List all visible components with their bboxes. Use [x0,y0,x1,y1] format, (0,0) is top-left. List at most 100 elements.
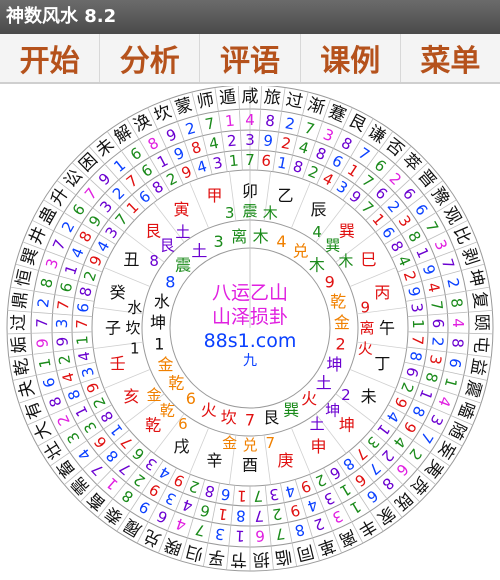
palace-label: 8 [149,252,159,270]
number-label: 9 [298,476,313,496]
palace-label: 坤 [325,402,340,420]
ring-divider [443,370,463,376]
ring-divider [468,309,493,313]
number-label: 1 [217,504,229,523]
number-label: 7 [302,119,316,139]
palace-label: 9 [360,299,370,317]
mountain-label: 艮 [145,222,161,241]
number-label: 8 [76,285,96,298]
flying-star-label: 土 [191,242,207,261]
number-label: 4 [434,394,454,409]
number-label: 9 [33,338,52,349]
number-label: 6 [378,224,398,242]
number-label: 3 [163,488,179,508]
number-label: 6 [39,376,59,390]
hexagram-label: 过 [9,314,29,331]
number-label: 3 [53,318,71,328]
palace-label: 离 [359,319,374,337]
flying-star-label: 4 [276,232,286,251]
app-title-bar: 神数风水 8.2 [0,0,500,34]
ring-divider [279,482,285,503]
ring-divider [241,150,243,171]
menu-bar: 开始 分析 评语 课例 菜单 [0,34,500,84]
number-label: 2 [53,412,73,429]
number-label: 2 [55,353,74,365]
ring-divider [426,349,447,353]
ring-divider [287,522,293,543]
menu-examples-button[interactable]: 课例 [301,34,401,82]
mountain-label: 坤 [339,415,355,434]
menu-menu-button[interactable]: 菜单 [401,34,500,82]
palace-label: 火 [358,339,373,357]
ring-divider [423,366,444,372]
hexagram-label: 畜 [53,455,79,481]
number-label: 3 [426,353,445,365]
number-label: 4 [180,495,195,515]
palace-label: 坎 [125,319,140,337]
number-label: 8 [293,520,307,540]
ring-divider [73,346,94,350]
ring-divider [33,351,54,355]
flying-star-label: 兑 [293,242,309,261]
palace-label: 1 [130,339,140,357]
number-label: 9 [419,263,439,278]
hexagram-label: 咸 [242,87,259,107]
number-label: 8 [97,408,117,426]
number-label: 3 [426,412,446,429]
hexagram-label: 旅 [263,87,282,109]
number-label: 7 [254,507,264,525]
flying-star-label: 9 [325,273,335,292]
palace-label: 7 [266,434,276,452]
ring-divider [266,505,270,526]
number-label: 1 [412,245,432,261]
palace-label: 震 [242,202,257,220]
menu-analysis-button[interactable]: 分析 [100,34,201,82]
flying-star-label: 土 [316,373,332,392]
menu-start-button[interactable]: 开始 [0,34,101,82]
number-label: 2 [80,269,100,284]
flying-star-label: 巽 [283,401,299,420]
number-label: 8 [37,277,57,290]
ring-divider [275,132,280,152]
number-label: 3 [211,153,224,172]
ring-divider [207,522,213,543]
number-label: 8 [236,507,246,525]
number-label: 1 [409,319,427,329]
center-line-1: 八运乙山 [212,282,288,304]
hexagram-label: 恒 [13,268,36,289]
number-label: 3 [142,454,160,474]
number-label: 2 [312,514,327,534]
luopan-compass[interactable]: 咸旅过渐蹇艮谦否萃晋豫观比剥坤复颐屯益震嗑随妄夷贲既家丰离革同临损节孚归睽兑履泰… [0,86,500,580]
hexagram-label: 临 [274,545,294,567]
hexagram-label: 益 [466,357,489,377]
palace-label: 艮 [160,236,175,254]
hexagram-label: 乾 [11,357,34,377]
ring-divider [37,370,57,376]
number-label: 1 [237,487,247,505]
number-label: 8 [406,350,425,362]
number-label: 6 [429,318,447,328]
number-label: 4 [207,134,220,153]
hexagram-label: 既 [390,488,416,514]
number-label: 8 [119,486,137,506]
ring-divider [440,270,461,277]
mountain-label: 寅 [173,200,189,219]
number-label: 1 [347,497,364,517]
flying-star-label: 坤 [326,355,342,374]
ring-divider [228,525,232,546]
menu-comments-button[interactable]: 评语 [200,34,301,82]
hexagram-label: 睽 [162,534,185,559]
hexagram-label: 孚 [207,545,227,567]
number-label: 9 [404,285,424,298]
ring-divider [202,135,208,156]
number-label: 7 [245,151,255,169]
number-label: 9 [171,144,187,164]
ring-divider [232,485,236,506]
hexagram-label: 节 [230,548,248,569]
number-label: 7 [408,335,427,346]
number-label: 1 [35,357,54,369]
ring-divider [445,290,465,296]
mountain-label: 丙 [374,283,390,302]
number-label: 8 [64,387,84,402]
number-label: 6 [220,485,232,504]
